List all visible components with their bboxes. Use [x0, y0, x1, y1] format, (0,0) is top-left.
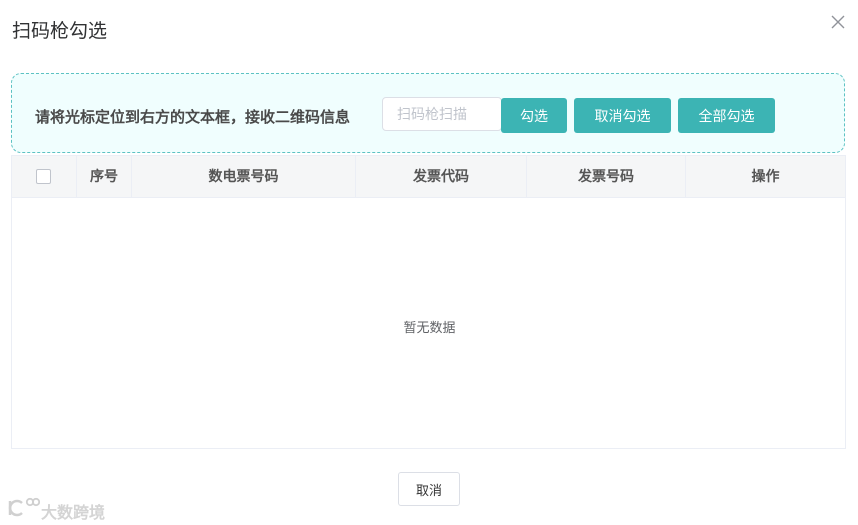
scan-input[interactable]	[382, 97, 502, 131]
column-header-actions: 操作	[751, 168, 780, 184]
select-button[interactable]: 勾选	[501, 98, 567, 133]
header-checkbox-cell	[12, 156, 77, 197]
watermark-text: 大数跨境	[41, 505, 106, 522]
empty-state-text: 暂无数据	[403, 320, 456, 335]
column-header-index: 序号	[77, 156, 132, 197]
select-all-checkbox[interactable]	[36, 169, 51, 184]
deselect-button[interactable]: 取消勾选	[574, 98, 671, 133]
table-header: 序号 数电票号码 发票代码 发票号码 操作	[12, 156, 845, 198]
column-header-invoice-code: 发票代码	[356, 156, 527, 197]
watermark-logo-icon	[8, 497, 40, 517]
scan-panel: 请将光标定位到右方的文本框，接收二维码信息 勾选 取消勾选 全部勾选	[11, 73, 845, 153]
cancel-button[interactable]: 取消	[398, 472, 460, 506]
column-header-digital-invoice-number: 数电票号码	[132, 156, 356, 197]
scan-instruction: 请将光标定位到右方的文本框，接收二维码信息	[35, 109, 351, 126]
invoice-table: 序号 数电票号码 发票代码 发票号码 操作 暂无数据	[11, 155, 846, 449]
dialog-title: 扫码枪勾选	[12, 21, 108, 42]
column-header-invoice-number: 发票号码	[527, 156, 686, 197]
close-icon[interactable]	[831, 15, 847, 31]
select-all-button[interactable]: 全部勾选	[678, 98, 775, 133]
